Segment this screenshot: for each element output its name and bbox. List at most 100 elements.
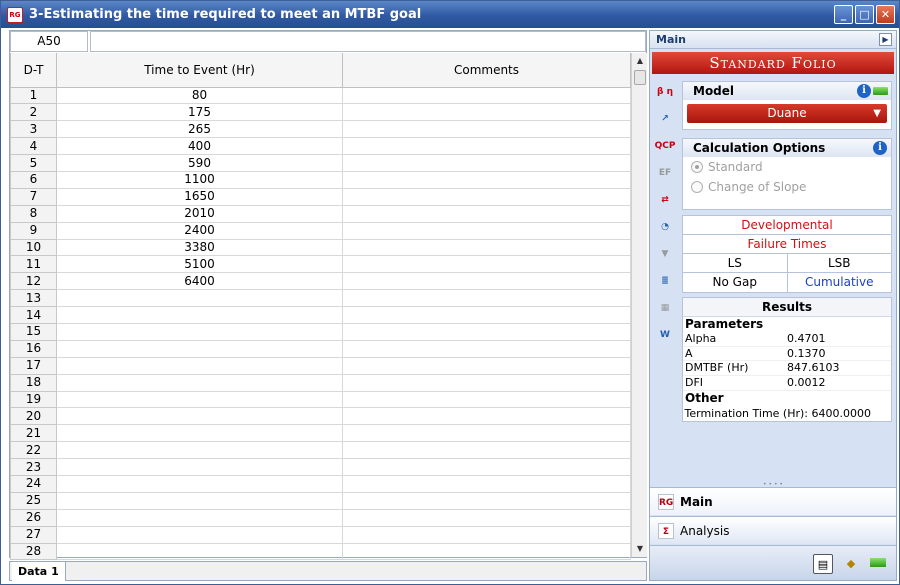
- comment-cell[interactable]: [342, 508, 631, 527]
- row-number[interactable]: 4: [10, 137, 57, 156]
- time-cell[interactable]: [56, 458, 343, 476]
- formula-input[interactable]: [90, 31, 646, 52]
- time-cell[interactable]: 3380: [56, 238, 343, 257]
- row-number[interactable]: 23: [10, 458, 57, 476]
- time-cell[interactable]: 6400: [56, 272, 343, 291]
- row-number[interactable]: 5: [10, 154, 57, 172]
- comment-cell[interactable]: [342, 339, 631, 358]
- model-dropdown[interactable]: Duane ▼: [687, 104, 887, 123]
- comment-cell[interactable]: [342, 542, 631, 561]
- radio-change-of-slope[interactable]: Change of Slope: [683, 177, 891, 197]
- row-number[interactable]: 3: [10, 120, 57, 139]
- time-cell[interactable]: [56, 339, 343, 358]
- row-number[interactable]: 13: [10, 289, 57, 308]
- comment-cell[interactable]: [342, 120, 631, 139]
- comment-cell[interactable]: [342, 255, 631, 274]
- ef-icon[interactable]: EF: [654, 162, 676, 184]
- time-cell[interactable]: 400: [56, 137, 343, 156]
- comment-cell[interactable]: [342, 154, 631, 172]
- comment-cell[interactable]: [342, 221, 631, 240]
- row-number[interactable]: 26: [10, 508, 57, 527]
- time-cell[interactable]: [56, 474, 343, 493]
- time-cell[interactable]: [56, 356, 343, 375]
- time-cell[interactable]: 175: [56, 103, 343, 122]
- qcp-icon[interactable]: QCP: [654, 135, 676, 157]
- row-number[interactable]: 28: [10, 542, 57, 561]
- time-cell[interactable]: [56, 424, 343, 443]
- time-cell[interactable]: 1650: [56, 187, 343, 206]
- nav-main-button[interactable]: RG Main: [650, 487, 896, 515]
- gauge-icon[interactable]: ◔: [654, 216, 676, 238]
- time-cell[interactable]: 80: [56, 86, 343, 105]
- time-cell[interactable]: [56, 407, 343, 426]
- time-cell[interactable]: 1100: [56, 170, 343, 189]
- row-number[interactable]: 27: [10, 525, 57, 544]
- info-icon[interactable]: i: [873, 141, 887, 155]
- comment-cell[interactable]: [342, 424, 631, 443]
- filter-icon[interactable]: ▼: [654, 243, 676, 265]
- column-header-time[interactable]: Time to Event (Hr): [56, 53, 343, 88]
- parameters-icon[interactable]: β η: [654, 81, 676, 103]
- green-bar-icon[interactable]: [868, 554, 888, 574]
- time-cell[interactable]: [56, 508, 343, 527]
- row-number[interactable]: 11: [10, 255, 57, 274]
- row-number[interactable]: 18: [10, 373, 57, 392]
- time-cell[interactable]: [56, 322, 343, 341]
- comment-cell[interactable]: [342, 103, 631, 122]
- time-cell[interactable]: [56, 542, 343, 561]
- column-header-comments[interactable]: Comments: [342, 53, 631, 88]
- diamond-icon[interactable]: ◆: [841, 554, 861, 574]
- maximize-button[interactable]: □: [855, 5, 874, 24]
- time-cell[interactable]: 265: [56, 120, 343, 139]
- ls-option[interactable]: LS: [683, 254, 787, 272]
- row-number[interactable]: 24: [10, 474, 57, 493]
- row-number[interactable]: 7: [10, 187, 57, 206]
- row-number[interactable]: 14: [10, 306, 57, 324]
- row-number[interactable]: 22: [10, 441, 57, 460]
- radio-standard[interactable]: Standard: [683, 157, 891, 177]
- row-number[interactable]: 25: [10, 491, 57, 510]
- time-cell[interactable]: 590: [56, 154, 343, 172]
- time-cell[interactable]: 5100: [56, 255, 343, 274]
- row-number[interactable]: 12: [10, 272, 57, 291]
- row-number[interactable]: 20: [10, 407, 57, 426]
- comment-cell[interactable]: [342, 525, 631, 544]
- time-cell[interactable]: 2400: [56, 221, 343, 240]
- table-icon[interactable]: ▤: [813, 554, 833, 574]
- scroll-down-arrow-icon[interactable]: ▼: [632, 541, 648, 557]
- sheet-icon[interactable]: ▦: [654, 297, 676, 319]
- sheet-tab-data-1[interactable]: Data 1: [12, 562, 66, 581]
- title-bar[interactable]: RG 3-Estimating the time required to mee…: [1, 1, 899, 28]
- time-cell[interactable]: 2010: [56, 204, 343, 223]
- scroll-thumb[interactable]: [634, 70, 646, 85]
- comment-cell[interactable]: [342, 137, 631, 156]
- row-number[interactable]: 21: [10, 424, 57, 443]
- comment-cell[interactable]: [342, 170, 631, 189]
- time-cell[interactable]: [56, 306, 343, 324]
- comment-cell[interactable]: [342, 441, 631, 460]
- report-icon[interactable]: ≣: [654, 270, 676, 292]
- row-number[interactable]: 9: [10, 221, 57, 240]
- plot-icon[interactable]: ↗: [654, 108, 676, 130]
- row-number[interactable]: 8: [10, 204, 57, 223]
- vertical-scrollbar[interactable]: ▲ ▼: [631, 53, 647, 557]
- comment-cell[interactable]: [342, 204, 631, 223]
- comment-cell[interactable]: [342, 356, 631, 375]
- row-number[interactable]: 16: [10, 339, 57, 358]
- comment-cell[interactable]: [342, 306, 631, 324]
- comment-cell[interactable]: [342, 373, 631, 392]
- row-number[interactable]: 10: [10, 238, 57, 257]
- comment-cell[interactable]: [342, 474, 631, 493]
- comment-cell[interactable]: [342, 238, 631, 257]
- comment-cell[interactable]: [342, 407, 631, 426]
- comment-cell[interactable]: [342, 289, 631, 308]
- close-button[interactable]: ✕: [876, 5, 895, 24]
- time-cell[interactable]: [56, 491, 343, 510]
- comment-cell[interactable]: [342, 272, 631, 291]
- time-cell[interactable]: [56, 441, 343, 460]
- gap-option[interactable]: No Gap: [683, 273, 787, 292]
- minimize-button[interactable]: _: [834, 5, 853, 24]
- cell-reference-box[interactable]: A50: [10, 31, 88, 52]
- time-cell[interactable]: [56, 525, 343, 544]
- info-icon[interactable]: i: [857, 84, 871, 98]
